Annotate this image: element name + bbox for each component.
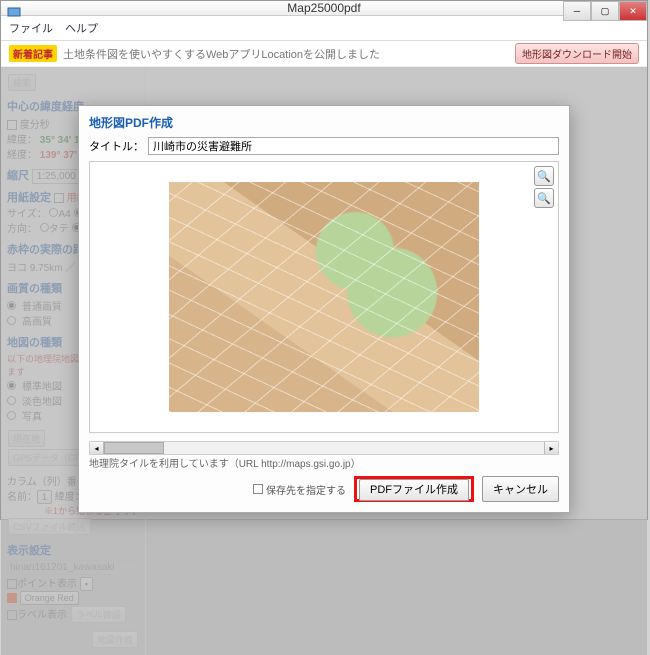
modal-overlay: 地形図PDF作成 タイトル： 🔍 🔍 ◂ ▸ 地理院タ [1, 67, 647, 655]
highlight-box: PDFファイル作成 [354, 476, 474, 502]
notice-tag: 新着記事 [9, 45, 57, 62]
download-map-button[interactable]: 地形図ダウンロード開始 [515, 43, 639, 64]
window-controls: ─ ▢ ✕ [563, 1, 647, 21]
app-icon [7, 5, 21, 19]
notice-text: 土地条件図を使いやすくするWebアプリLocationを公開しました [63, 46, 380, 62]
menu-help[interactable]: ヘルプ [65, 20, 98, 36]
horizontal-scrollbar[interactable]: ◂ ▸ [89, 441, 559, 455]
map-preview-wrap: 🔍 🔍 [89, 161, 559, 433]
title-input[interactable] [148, 137, 559, 155]
cancel-button[interactable]: キャンセル [482, 476, 559, 502]
scroll-thumb[interactable] [104, 442, 164, 454]
maximize-button[interactable]: ▢ [591, 1, 619, 21]
app-window: Map25000pdf ─ ▢ ✕ ファイル ヘルプ 新着記事 土地条件図を使い… [0, 0, 648, 520]
scroll-right-arrow[interactable]: ▸ [544, 442, 558, 454]
notice-bar: 新着記事 土地条件図を使いやすくするWebアプリLocationを公開しました … [1, 41, 647, 67]
zoom-in-icon: 🔍 [537, 170, 551, 183]
scroll-left-arrow[interactable]: ◂ [90, 442, 104, 454]
dialog-footer: 保存先を指定する PDFファイル作成 キャンセル [89, 476, 559, 502]
pdf-dialog: 地形図PDF作成 タイトル： 🔍 🔍 ◂ ▸ 地理院タ [78, 105, 570, 513]
zoom-in-button[interactable]: 🔍 [534, 166, 554, 186]
titlebar: Map25000pdf ─ ▢ ✕ [1, 1, 647, 16]
menu-file[interactable]: ファイル [9, 20, 53, 36]
create-pdf-button[interactable]: PDFファイル作成 [359, 479, 469, 501]
close-button[interactable]: ✕ [619, 1, 647, 21]
title-field-label: タイトル： [89, 138, 144, 154]
zoom-out-icon: 🔍 [537, 192, 551, 205]
window-title: Map25000pdf [287, 1, 360, 15]
map-preview-image [169, 182, 479, 412]
save-dest-label: 保存先を指定する [266, 482, 346, 497]
credit-text: 地理院タイルを利用しています（URL http://maps.gsi.go.jp… [89, 455, 559, 470]
zoom-out-button[interactable]: 🔍 [534, 188, 554, 208]
minimize-button[interactable]: ─ [563, 1, 591, 21]
save-dest-checkbox[interactable] [253, 484, 263, 494]
content-area: 検索 中心の緯度経度 度分秒 緯度： 35° 34' 16.789 経度： 13… [1, 67, 647, 655]
menubar: ファイル ヘルプ [1, 16, 647, 41]
dialog-title: 地形図PDF作成 [89, 114, 559, 131]
